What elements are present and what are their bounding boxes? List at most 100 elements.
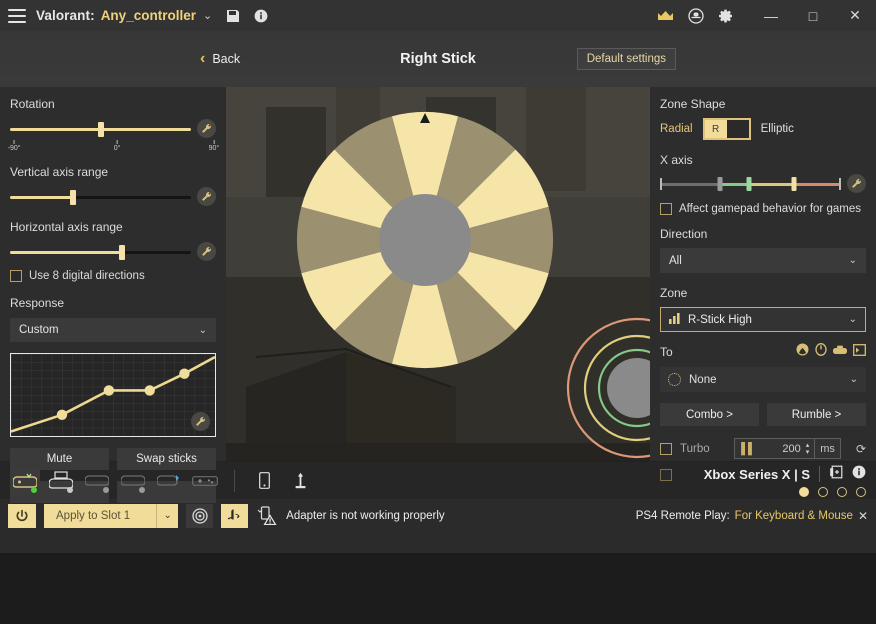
vertical-axis-wrench-icon[interactable] [197, 187, 216, 206]
page-title: Right Stick [400, 51, 476, 67]
slot-dot-slot-2[interactable] [818, 486, 828, 497]
zone-shape-label: Zone Shape [660, 97, 726, 111]
curve-handle-2[interactable] [144, 385, 155, 396]
turbo-interval-value[interactable]: 200 [761, 443, 800, 455]
affect-gamepad-checkbox[interactable] [660, 203, 672, 215]
x-axis-slider-row[interactable] [660, 174, 866, 193]
phone-icon[interactable] [249, 468, 279, 494]
device-xbox-controller-active[interactable] [10, 467, 40, 494]
apply-to-slot-select[interactable]: Apply to Slot 1 ⌄ [44, 503, 179, 528]
response-select[interactable]: Custom ⌄ [10, 318, 216, 342]
curve-handle-1[interactable] [103, 385, 115, 396]
x-axis-slider[interactable] [660, 176, 841, 192]
zone-rings-hub [607, 358, 650, 418]
hamburger-icon[interactable] [8, 8, 26, 23]
main-body: Rotation -90° 0° 90° Vertical axis range [0, 87, 876, 503]
x-axis-knob-0[interactable] [717, 176, 723, 191]
chevron-down-icon: ⌄ [849, 374, 858, 385]
horizontal-axis-knob[interactable] [119, 244, 126, 260]
gamepad-icon[interactable] [833, 343, 847, 361]
maximize-button[interactable]: □ [792, 0, 834, 31]
zone-select[interactable]: R-Stick High ⌄ [660, 307, 866, 332]
reload-icon[interactable]: ⟳ [856, 442, 866, 456]
x-axis-knob-1[interactable] [746, 176, 752, 191]
response-curve-editor[interactable] [10, 353, 216, 437]
target-icon[interactable] [186, 503, 214, 528]
headset-icon[interactable] [688, 7, 704, 24]
zone-shape-radial-label[interactable]: Radial [660, 123, 693, 135]
zone-rings-preview[interactable] [564, 315, 650, 461]
rotation-wrench-icon[interactable] [197, 119, 216, 138]
turbo-checkbox[interactable] [660, 442, 672, 455]
zone-shape-elliptic-label[interactable]: Elliptic [761, 123, 794, 135]
default-settings-button[interactable]: Default settings [576, 48, 676, 70]
turbo-interval-stepper[interactable]: ▌▌ 200 ▴ ▾ ms [734, 438, 841, 459]
close-icon[interactable]: ✕ [858, 509, 868, 523]
curve-handle-0[interactable] [56, 409, 68, 420]
use-8-directions-row[interactable]: Use 8 digital directions [10, 270, 216, 282]
mouse-tool-icon[interactable] [285, 468, 315, 494]
zone-selected-value: R-Stick High [688, 313, 752, 326]
playstation-icon[interactable] [221, 503, 249, 528]
rotation-slider[interactable] [10, 121, 191, 137]
rotation-tick-1: 0° [114, 140, 120, 152]
use-8-directions-checkbox[interactable] [10, 270, 22, 282]
gear-icon[interactable] [718, 8, 734, 24]
horizontal-axis-wrench-icon[interactable] [197, 242, 216, 261]
close-button[interactable]: ✕ [834, 0, 876, 31]
rumble-button[interactable]: Rumble > [767, 403, 866, 426]
slot-dot-slot-3[interactable] [837, 486, 847, 497]
horizontal-axis-track [10, 250, 191, 254]
device-keypad[interactable] [190, 468, 220, 494]
slot-dot-slot-4[interactable] [856, 486, 866, 497]
page-filler [0, 553, 876, 624]
save-icon[interactable] [226, 9, 240, 23]
screen-icon[interactable] [853, 343, 866, 361]
chevron-down-icon: ⌄ [848, 314, 857, 325]
device-controller-bluetooth[interactable] [154, 468, 184, 494]
device-controller-keyboard[interactable] [46, 468, 76, 494]
direction-select[interactable]: All ⌄ [660, 248, 866, 273]
curve-handle-3[interactable] [179, 368, 190, 379]
next-option-partial-row[interactable] [660, 469, 866, 481]
crown-icon[interactable] [657, 9, 674, 23]
x-axis-wrench-icon[interactable] [847, 174, 866, 193]
rotation-knob[interactable] [97, 121, 104, 137]
info-icon[interactable] [254, 9, 268, 23]
affect-gamepad-row[interactable]: Affect gamepad behavior for games [660, 203, 866, 215]
vertical-axis-knob[interactable] [70, 189, 77, 205]
device-controller-2[interactable] [82, 468, 112, 494]
minimize-button[interactable]: — [750, 0, 792, 31]
device-controller-3[interactable] [118, 468, 148, 494]
vertical-axis-range-slider[interactable] [10, 189, 191, 205]
mute-button[interactable]: Mute [10, 448, 109, 470]
swap-sticks-button[interactable]: Swap sticks [117, 448, 216, 470]
chevron-down-icon: ⌄ [198, 324, 207, 336]
remote-play-value[interactable]: For Keyboard & Mouse [735, 510, 853, 522]
chevron-down-icon[interactable]: ⌄ [203, 9, 212, 22]
stick-preview-area[interactable] [226, 87, 650, 461]
horizontal-axis-range-slider[interactable] [10, 244, 191, 260]
combo-button[interactable]: Combo > [660, 403, 759, 426]
apply-to-slot-label: Apply to Slot 1 [56, 509, 131, 522]
bar-chart-icon [669, 312, 681, 327]
x-axis-knob-2[interactable] [791, 176, 797, 191]
vertical-axis-track [10, 195, 191, 199]
vertical-axis-range-row[interactable] [10, 187, 216, 206]
power-button[interactable] [8, 503, 36, 528]
dotted-circle-icon [668, 373, 681, 386]
slot-dot-slot-1[interactable] [799, 486, 809, 497]
response-curve-wrench-icon[interactable] [191, 412, 210, 431]
stepper-arrows[interactable]: ▴ ▾ [801, 442, 815, 456]
direction-label: Direction [660, 227, 708, 241]
rotation-slider-row[interactable] [10, 119, 216, 138]
xbox-icon[interactable] [796, 343, 809, 361]
radial-zone-wheel[interactable] [280, 95, 570, 385]
affect-gamepad-label: Affect gamepad behavior for games [679, 203, 861, 215]
zone-shape-toggle[interactable]: R [702, 118, 751, 140]
next-option-checkbox[interactable] [660, 469, 672, 481]
profile-name[interactable]: Any_controller [101, 8, 196, 23]
power-clock-icon[interactable] [815, 343, 827, 361]
horizontal-axis-range-row[interactable] [10, 242, 216, 261]
to-select[interactable]: None ⌄ [660, 367, 866, 392]
